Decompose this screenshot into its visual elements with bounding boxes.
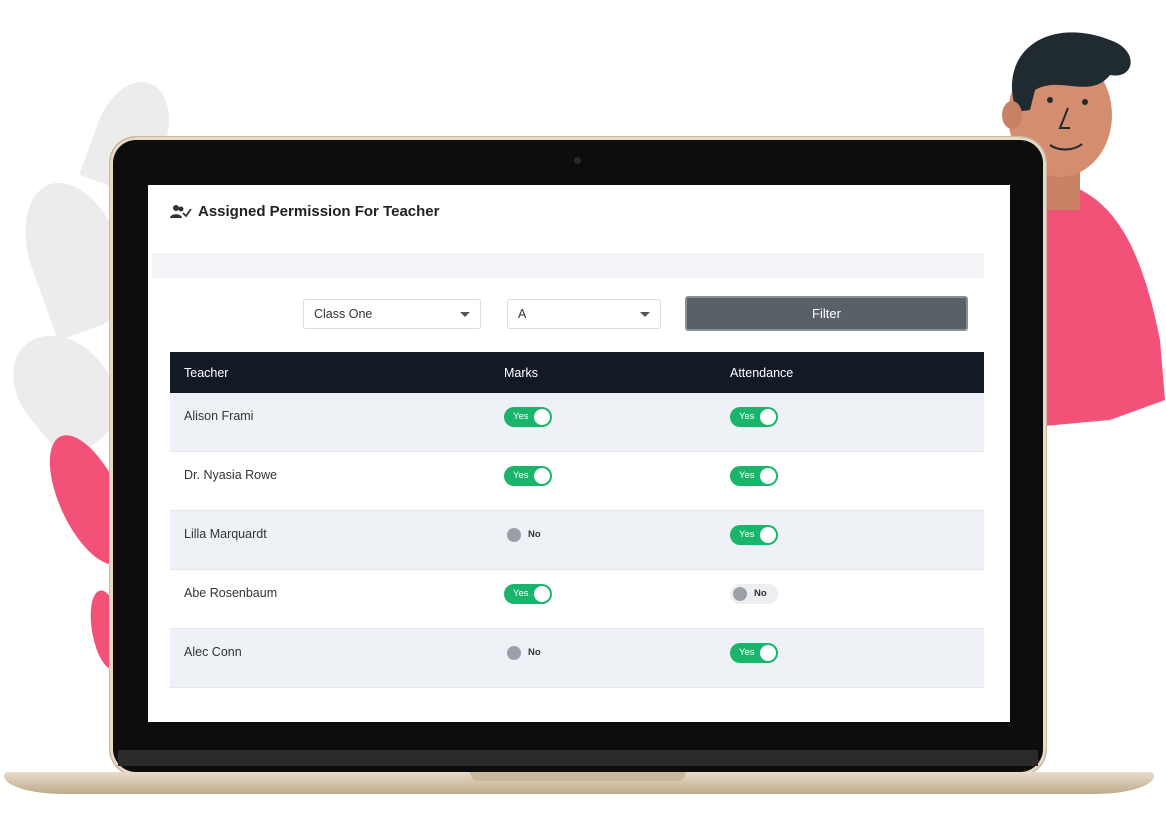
table-header: Teacher Marks Attendance (170, 352, 984, 393)
toggle-label: Yes (513, 411, 529, 422)
teacher-name: Alec Conn (184, 645, 242, 659)
page-title: Assigned Permission For Teacher (198, 203, 440, 220)
toggle-knob (534, 468, 550, 484)
marks-toggle[interactable]: Yes (504, 407, 552, 427)
table-row: Abe Rosenbaum Yes No (170, 570, 984, 629)
permission-table: Teacher Marks Attendance Alison Frami Ye… (170, 352, 984, 688)
class-select[interactable]: Class One (303, 299, 481, 329)
screen-chin (118, 750, 1038, 766)
attendance-toggle[interactable]: Yes (730, 643, 778, 663)
attendance-toggle[interactable]: No (730, 584, 778, 604)
column-header-teacher: Teacher (184, 366, 229, 380)
toggle-label: Yes (739, 411, 755, 422)
teacher-name: Abe Rosenbaum (184, 586, 278, 600)
toggle-knob (507, 646, 521, 660)
marks-toggle[interactable]: Yes (504, 466, 552, 486)
section-select[interactable]: A (507, 299, 661, 329)
attendance-toggle[interactable]: Yes (730, 407, 778, 427)
teacher-name: Lilla Marquardt (184, 527, 267, 541)
camera-icon (574, 157, 581, 164)
toggle-knob (760, 468, 776, 484)
laptop-notch (470, 772, 686, 781)
toggle-label: No (528, 529, 541, 540)
toggle-label: Yes (513, 588, 529, 599)
column-header-marks: Marks (504, 366, 539, 380)
marks-toggle[interactable]: No (504, 643, 552, 663)
attendance-toggle[interactable]: Yes (730, 466, 778, 486)
class-select-value: Class One (314, 307, 373, 321)
toggle-knob (760, 409, 776, 425)
section-select-value: A (518, 307, 527, 321)
teacher-name: Dr. Nyasia Rowe (184, 468, 278, 482)
toggle-label: Yes (739, 470, 755, 481)
marks-toggle[interactable]: Yes (504, 584, 552, 604)
toggle-knob (760, 645, 776, 661)
table-row: Dr. Nyasia Rowe Yes Yes (170, 452, 984, 511)
app-screen: Assigned Permission For Teacher Class On… (148, 185, 1010, 722)
column-header-attendance: Attendance (730, 366, 794, 380)
toggle-knob (507, 528, 521, 542)
toggle-label: Yes (513, 470, 529, 481)
toggle-knob (760, 527, 776, 543)
toggle-label: Yes (739, 529, 755, 540)
toggle-knob (534, 409, 550, 425)
user-check-icon (170, 204, 192, 218)
attendance-toggle[interactable]: Yes (730, 525, 778, 545)
table-row: Lilla Marquardt No Yes (170, 511, 984, 570)
chevron-down-icon (460, 312, 470, 317)
page-header: Assigned Permission For Teacher (170, 203, 439, 220)
filter-button[interactable]: Filter (685, 296, 968, 331)
toggle-label: No (754, 588, 767, 599)
toggle-knob (534, 586, 550, 602)
toggle-knob (733, 587, 747, 601)
table-row: Alison Frami Yes Yes (170, 393, 984, 452)
header-divider-band (152, 253, 984, 278)
toggle-label: No (528, 647, 541, 658)
chevron-down-icon (640, 312, 650, 317)
teacher-name: Alison Frami (184, 409, 254, 423)
marks-toggle[interactable]: No (504, 525, 552, 545)
table-row: Alec Conn No Yes (170, 629, 984, 688)
toggle-label: Yes (739, 647, 755, 658)
